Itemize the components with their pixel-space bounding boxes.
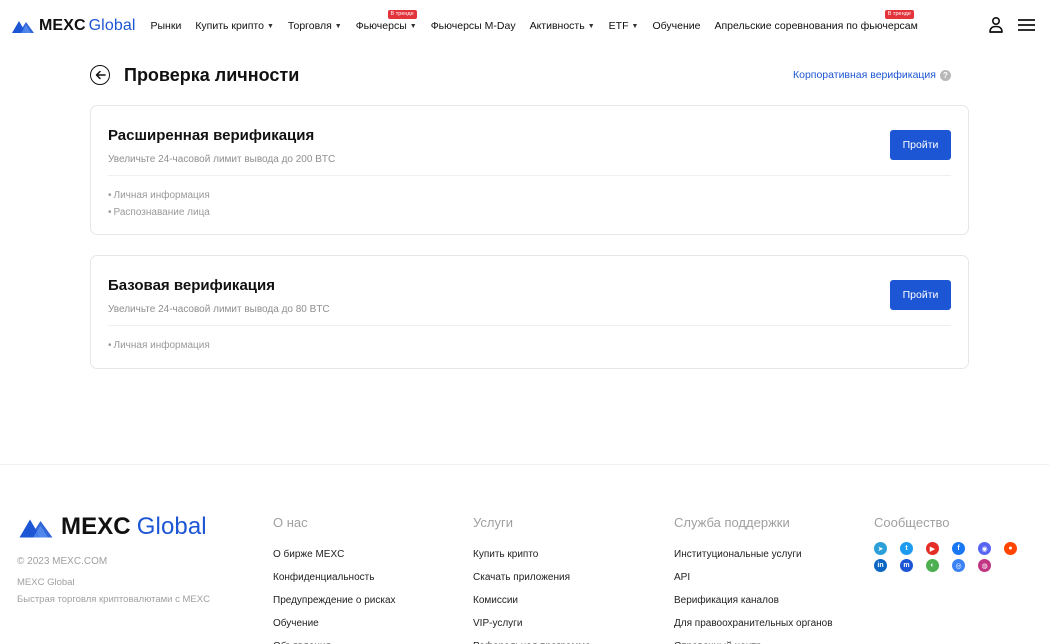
footer-column-title: Услуги	[473, 515, 513, 530]
caret-down-icon: ▼	[334, 22, 342, 30]
coinmarketcap-icon[interactable]: ◐	[926, 559, 939, 572]
footer-link[interactable]: Верификация каналов	[674, 589, 833, 612]
caret-down-icon: ▼	[409, 22, 417, 30]
advanced-verification-start-button[interactable]: Пройти	[890, 130, 951, 160]
divider	[108, 325, 951, 326]
messenger-icon[interactable]: ◎	[952, 559, 965, 572]
footer-column-about: О нас О бирже MEXC Конфиденциальность Пр…	[273, 515, 396, 644]
discord-icon[interactable]: ◉	[978, 542, 991, 555]
footer-link[interactable]: Реферальная программа	[473, 635, 591, 644]
arrow-left-icon	[95, 70, 106, 80]
trending-badge: В тренде	[884, 10, 914, 19]
logo-text: MEXC Global	[61, 513, 207, 540]
caret-down-icon: ▼	[587, 22, 595, 30]
user-icon[interactable]	[988, 16, 1004, 39]
requirements-list: Личная информация	[108, 337, 210, 354]
medium-icon[interactable]: m	[900, 559, 913, 572]
footer-link[interactable]: Комиссии	[473, 589, 591, 612]
footer-link[interactable]: О бирже MEXC	[273, 543, 396, 566]
linkedin-icon[interactable]: in	[874, 559, 887, 572]
footer-link[interactable]: Купить крипто	[473, 543, 591, 566]
menu-trade[interactable]: Торговля ▼	[288, 20, 342, 32]
footer-description: Быстрая торговля криптовалютами с MEXC	[17, 594, 210, 605]
copyright: © 2023 MEXC.COM	[17, 556, 108, 567]
trending-badge: В тренде	[387, 10, 417, 19]
footer-column-services: Услуги Купить крипто Скачать приложения …	[473, 515, 591, 644]
footer-column-title: О нас	[273, 515, 308, 530]
footer-link[interactable]: Скачать приложения	[473, 566, 591, 589]
list-item: Распознавание лица	[108, 204, 210, 221]
basic-verification-card: Базовая верификация Увеличьте 24-часовой…	[90, 255, 969, 369]
menu-futures[interactable]: В тренде Фьючерсы ▼	[356, 10, 417, 32]
footer-column-title: Сообщество	[874, 515, 950, 530]
mexc-logo-icon	[19, 519, 53, 538]
footer-logo[interactable]: MEXC Global	[17, 513, 207, 541]
social-row: ➤ t ▶ f ◉ ●	[874, 542, 1034, 555]
menu-etf[interactable]: ETF ▼	[609, 20, 639, 32]
footer-link[interactable]: Обучение	[273, 612, 396, 635]
menu-futures-mday[interactable]: Фьючерсы M-Day	[431, 20, 516, 32]
menu-icon[interactable]	[1018, 18, 1035, 37]
footer-link[interactable]: VIP-услуги	[473, 612, 591, 635]
menu-learn[interactable]: Обучение	[652, 20, 700, 32]
main-menu: Рынки Купить крипто ▼ Торговля ▼ В тренде Ф…	[151, 10, 932, 32]
top-navigation: MEXC Global Рынки Купить крипто ▼ Торговля…	[0, 0, 1049, 52]
reddit-icon[interactable]: ●	[1004, 542, 1017, 555]
menu-buy-crypto[interactable]: Купить крипто ▼	[195, 20, 274, 32]
basic-verification-start-button[interactable]: Пройти	[890, 280, 951, 310]
footer-column-community: Сообщество	[874, 515, 950, 543]
footer-link[interactable]: Предупреждение о рисках	[273, 589, 396, 612]
footer-link[interactable]: Для правоохранительных органов	[674, 612, 833, 635]
menu-april-competition[interactable]: В тренде Апрельские соревнования по фьюче…	[714, 10, 918, 32]
page-header: Проверка личности Корпоративная верифика…	[90, 64, 969, 88]
youtube-icon[interactable]: ▶	[926, 542, 939, 555]
instagram-icon[interactable]: ◍	[978, 559, 991, 572]
social-links: ➤ t ▶ f ◉ ● in m ◐ ◎ ◍	[874, 542, 1034, 576]
telegram-icon[interactable]: ➤	[874, 542, 887, 555]
footer-column-support: Служба поддержки Институциональные услуг…	[674, 515, 833, 644]
menu-activity[interactable]: Активность ▼	[530, 20, 595, 32]
page-title: Проверка личности	[124, 65, 300, 85]
corporate-verification-link[interactable]: Корпоративная верификация ?	[793, 69, 951, 81]
requirements-list: Личная информация Распознавание лица	[108, 187, 210, 221]
footer-link[interactable]: Конфиденциальность	[273, 566, 396, 589]
header-actions	[974, 16, 1035, 39]
social-row: in m ◐ ◎ ◍	[874, 559, 1034, 572]
card-title: Базовая верификация	[108, 277, 275, 294]
card-title: Расширенная верификация	[108, 127, 315, 144]
logo-text: MEXC Global	[39, 17, 136, 34]
card-subtitle: Увеличьте 24-часовой лимит вывода до 200…	[108, 154, 336, 165]
caret-down-icon: ▼	[631, 22, 639, 30]
footer-link[interactable]: Объявления	[273, 635, 396, 644]
footer-link[interactable]: API	[674, 566, 833, 589]
corporate-verification-label: Корпоративная верификация	[792, 69, 936, 81]
help-icon: ?	[940, 69, 951, 81]
footer-link[interactable]: Справочный центр	[674, 635, 833, 644]
mexc-logo[interactable]: MEXC Global	[11, 17, 136, 35]
twitter-icon[interactable]: t	[900, 542, 913, 555]
menu-markets[interactable]: Рынки	[151, 20, 182, 32]
mexc-logo-icon	[12, 21, 34, 33]
footer-column-title: Служба поддержки	[674, 515, 790, 530]
list-item: Личная информация	[108, 187, 210, 204]
footer-link[interactable]: Институциональные услуги	[674, 543, 833, 566]
advanced-verification-card: Расширенная верификация Увеличьте 24-час…	[90, 105, 969, 235]
facebook-icon[interactable]: f	[952, 542, 965, 555]
caret-down-icon: ▼	[266, 22, 274, 30]
footer-divider	[0, 464, 1049, 465]
card-subtitle: Увеличьте 24-часовой лимит вывода до 80 …	[108, 304, 330, 315]
back-button[interactable]	[90, 65, 110, 85]
divider	[108, 175, 951, 176]
footer-brand: MEXC Global	[17, 577, 75, 588]
list-item: Личная информация	[108, 337, 210, 354]
